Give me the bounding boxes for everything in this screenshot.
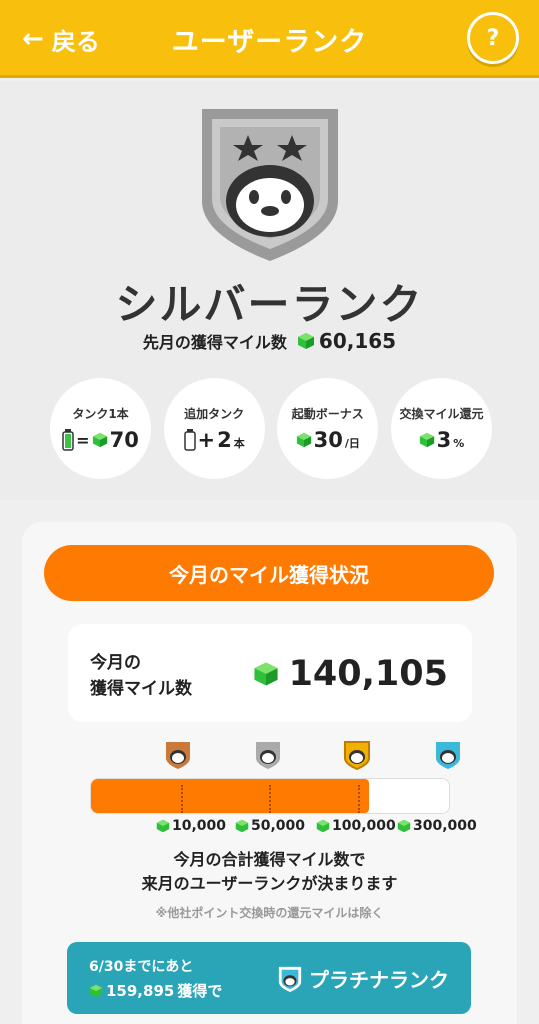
question-mark-icon: ? [486, 25, 500, 51]
remaining-miles: 159,895 [106, 981, 175, 1000]
next-rank-banner[interactable]: 6/30までにあと 159,895 獲得で プラチナランク [67, 942, 471, 1014]
gem-icon [297, 333, 314, 349]
next-rank-remaining: 159,895 獲得で [89, 980, 222, 1001]
exclusion-note: ※他社ポイント交換時の還元マイルは除く [155, 906, 384, 920]
gem-icon [92, 432, 107, 448]
perk-unit: /日 [344, 437, 360, 450]
threshold-gold: 100,000 [316, 818, 396, 834]
threshold-value: 10,000 [172, 818, 227, 834]
last-month-label: 先月の獲得マイル数 [142, 333, 287, 352]
last-month-value: 60,165 [318, 329, 397, 353]
gem-icon [254, 662, 278, 686]
perk-value: 2 [217, 428, 232, 452]
last-month-miles: 先月の獲得マイル数 60,165 [0, 329, 539, 353]
perk-unit: % [453, 436, 465, 450]
perk-tank: タンク1本 = 70 [50, 378, 151, 479]
monthly-status-button[interactable]: 今月のマイル獲得状況 [44, 545, 494, 601]
current-miles-label: 今月の 獲得マイル数 [90, 650, 192, 702]
current-miles-label-line2: 獲得マイル数 [90, 679, 192, 699]
threshold-value: 50,000 [251, 818, 306, 834]
perk-label: 追加タンク [184, 407, 245, 421]
silver-marker [269, 785, 271, 813]
next-rank-deadline: 6/30までにあと [89, 959, 194, 975]
rank-section: シルバーランク 先月の獲得マイル数 60,165 タンク1本 = 70 追加タン… [0, 81, 539, 500]
rank-rule-line1: 今月の合計獲得マイル数で [173, 850, 366, 869]
perk-value: 30 [313, 428, 343, 452]
app-header: ← 戻る ユーザーランク ? [0, 0, 539, 78]
current-miles-box: 今月の 獲得マイル数 140,105 [68, 624, 472, 722]
gem-icon [397, 819, 411, 833]
perk-value: 3 [436, 428, 452, 452]
remaining-suffix: 獲得で [177, 982, 223, 1000]
perk-exchange-return: 交換マイル還元 3 % [390, 378, 492, 479]
gem-icon [419, 432, 434, 448]
gem-icon [296, 432, 311, 448]
bronze-rank-icon [166, 742, 190, 769]
silver-rank-icon [256, 742, 280, 769]
threshold-silver: 50,000 [235, 818, 305, 834]
next-rank-label: プラチナランク [309, 968, 449, 992]
perk-value: 70 [109, 428, 139, 452]
rank-progress: 10,000 50,000 100,000 300,000 [22, 740, 517, 840]
rank-rule-note: 今月の合計獲得マイル数で 来月のユーザーランクが決まります [22, 848, 517, 896]
monthly-status-label: 今月のマイル獲得状況 [169, 562, 369, 587]
progress-fill [91, 779, 369, 813]
gem-icon [316, 819, 330, 833]
page-title: ユーザーランク [171, 27, 368, 58]
threshold-platinum: 300,000 [397, 818, 477, 834]
platinum-rank-icon [436, 742, 460, 769]
penguin-shield-silver-icon [202, 109, 338, 261]
platinum-rank-icon [278, 966, 302, 992]
perk-extra-tank: 追加タンク + 2 本 [163, 378, 265, 479]
current-miles-value: 140,105 [288, 654, 448, 694]
bronze-marker [181, 785, 183, 813]
threshold-bronze: 10,000 [156, 818, 226, 834]
rank-perks: タンク1本 = 70 追加タンク + 2 本 起動ボーナス 30 /日 交換マイ… [50, 378, 492, 480]
gold-rank-icon [344, 741, 370, 770]
perk-unit: 本 [233, 437, 245, 450]
perk-prefix: + [197, 428, 216, 452]
perk-launch-bonus: 起動ボーナス 30 /日 [277, 378, 379, 479]
rank-rule-line2: 来月のユーザーランクが決まります [141, 874, 398, 893]
perk-label: 起動ボーナス [291, 407, 364, 421]
threshold-value: 300,000 [413, 818, 477, 834]
current-miles-label-line1: 今月の [90, 653, 141, 673]
help-button[interactable]: ? [467, 12, 519, 64]
empty-battery-icon [183, 429, 196, 451]
monthly-status-card: 今月のマイル獲得状況 今月の 獲得マイル数 140,105 10,000 50,… [22, 522, 517, 1024]
next-rank-name: プラチナランク [277, 964, 449, 993]
rank-name: シルバーランク [115, 280, 424, 329]
perk-label: タンク1本 [72, 407, 129, 421]
threshold-value: 100,000 [332, 818, 396, 834]
gem-icon [156, 819, 170, 833]
perk-label: 交換マイル還元 [399, 407, 484, 421]
progress-track [90, 778, 450, 814]
perk-prefix: = [76, 430, 90, 450]
gem-icon [89, 984, 103, 997]
battery-icon [62, 429, 74, 451]
gold-marker [358, 785, 360, 813]
gem-icon [235, 819, 249, 833]
